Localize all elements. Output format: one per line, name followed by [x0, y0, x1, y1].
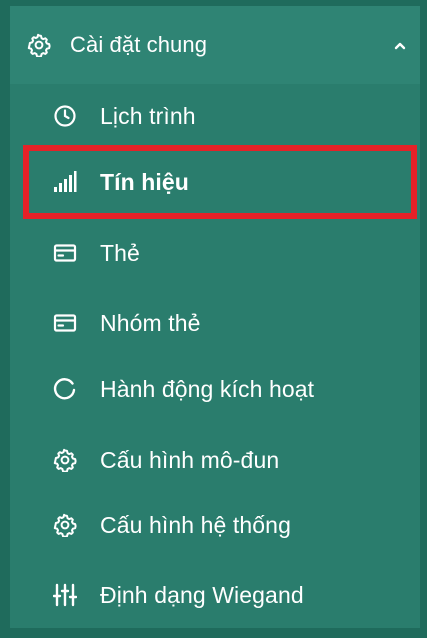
chevron-up-icon[interactable]	[392, 38, 408, 54]
menu-item-card[interactable]: Thẻ	[10, 218, 420, 288]
menu-item-label: Cấu hình mô-đun	[100, 447, 280, 473]
menu-item-label: Lịch trình	[100, 103, 196, 129]
menu-item-label: Hành động kích hoạt	[100, 376, 315, 402]
panel-border-left	[0, 0, 10, 638]
reload-icon	[53, 377, 77, 401]
selection-highlight-box	[23, 145, 417, 219]
menu-item-label: Thẻ	[100, 240, 140, 266]
menu-item-trigger-action[interactable]: Hành động kích hoạt	[10, 354, 420, 424]
clock-icon	[53, 104, 77, 128]
gear-icon	[53, 513, 77, 537]
menu-item-label: Cấu hình hệ thống	[100, 512, 291, 538]
card-icon	[53, 241, 77, 265]
gear-icon	[27, 33, 51, 57]
menu-item-card-group[interactable]: Nhóm thẻ	[10, 288, 420, 358]
group-label: Cài đặt chung	[70, 32, 208, 57]
menu-item-module-config[interactable]: Cấu hình mô-đun	[10, 425, 420, 495]
gear-icon	[53, 448, 77, 472]
card-icon	[53, 311, 77, 335]
menu-item-label: Định dạng Wiegand	[100, 582, 304, 608]
menu-item-wiegand-format[interactable]: Định dạng Wiegand	[10, 560, 420, 630]
menu-item-system-config[interactable]: Cấu hình hệ thống	[10, 490, 420, 560]
sliders-icon	[53, 583, 77, 607]
settings-sidebar-panel: Cài đặt chung Lịch trình Tín hiệu Thẻ Nh…	[0, 0, 427, 638]
menu-item-schedule[interactable]: Lịch trình	[10, 81, 420, 151]
panel-border-right	[420, 0, 427, 638]
menu-item-label: Nhóm thẻ	[100, 310, 201, 336]
general-settings-group-header[interactable]: Cài đặt chung	[10, 6, 420, 84]
